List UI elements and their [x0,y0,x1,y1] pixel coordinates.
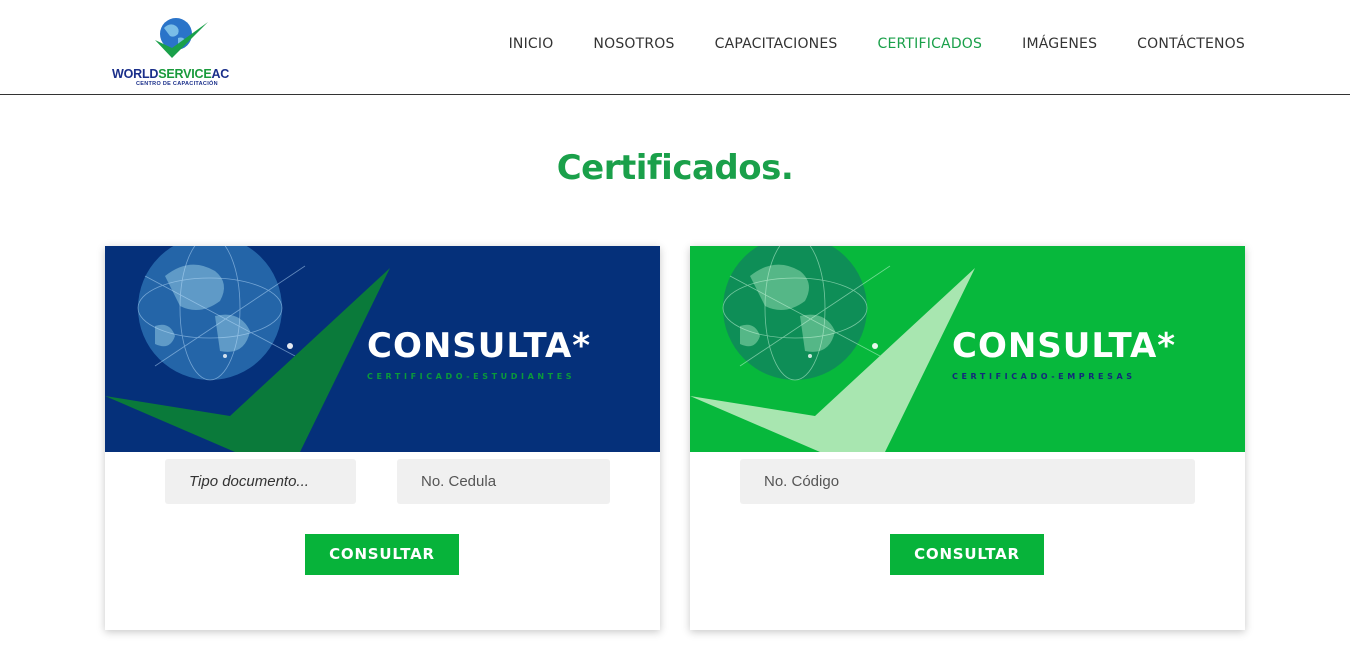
nav-capacitaciones[interactable]: CAPACITACIONES [715,36,838,52]
company-banner-subtitle: CERTIFICADO-EMPRESAS [952,372,1136,381]
student-certificate-card: CONSULTA* CERTIFICADO-ESTUDIANTES Tipo d… [105,246,660,630]
nav-certificados[interactable]: CERTIFICADOS [877,36,982,52]
company-certificate-card: CONSULTA* CERTIFICADO-EMPRESAS No. Códig… [690,246,1245,630]
site-logo[interactable]: WORLDSERVICEAC CENTRO DE CAPACITACIÓN [110,14,250,90]
nav-imagenes[interactable]: IMÁGENES [1022,36,1097,52]
company-consultar-button[interactable]: CONSULTAR [890,534,1044,575]
cedula-input[interactable]: No. Cedula [397,459,610,504]
codigo-input[interactable]: No. Código [740,459,1195,504]
company-banner: CONSULTA* CERTIFICADO-EMPRESAS [690,246,1245,452]
student-banner-subtitle: CERTIFICADO-ESTUDIANTES [367,372,576,381]
globe-check-icon [155,18,208,58]
student-banner: CONSULTA* CERTIFICADO-ESTUDIANTES [105,246,660,452]
main-nav: INICIO NOSOTROS CAPACITACIONES CERTIFICA… [469,36,1245,52]
document-type-select[interactable]: Tipo documento... [165,459,356,504]
student-banner-title: CONSULTA* [367,326,592,366]
nav-inicio[interactable]: INICIO [509,36,554,52]
page-title: Certificados. [556,148,794,188]
student-consultar-button[interactable]: CONSULTAR [305,534,459,575]
logo-tagline: CENTRO DE CAPACITACIÓN [136,81,218,87]
nav-nosotros[interactable]: NOSOTROS [593,36,674,52]
company-banner-title: CONSULTA* [952,326,1177,366]
logo-wordmark: WORLDSERVICEAC [112,67,230,81]
nav-contactenos[interactable]: CONTÁCTENOS [1137,36,1245,52]
site-header: WORLDSERVICEAC CENTRO DE CAPACITACIÓN IN… [0,0,1350,95]
